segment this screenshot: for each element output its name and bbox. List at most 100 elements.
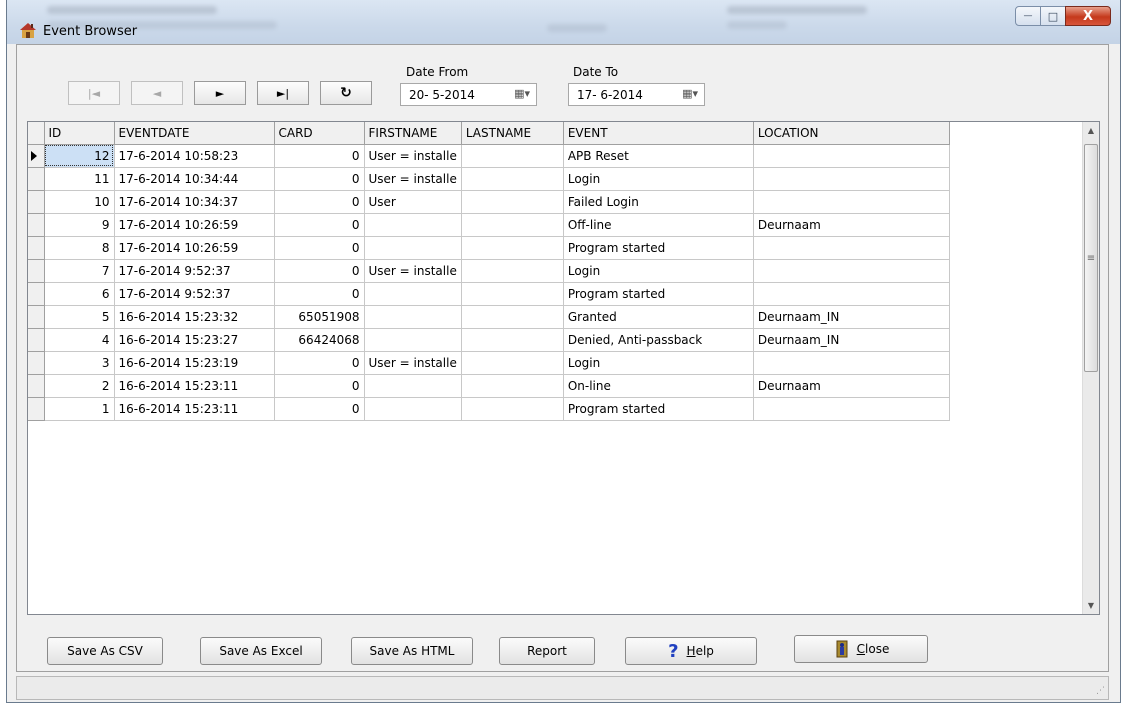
cell-lastname[interactable] xyxy=(461,259,564,283)
column-header-event[interactable]: EVENT xyxy=(563,122,754,145)
cell-card[interactable]: 0 xyxy=(274,282,365,306)
table-row[interactable]: 9 17-6-2014 10:26:59 0 Off-line Deurnaam xyxy=(28,213,950,237)
cell-card[interactable]: 65051908 xyxy=(274,305,365,329)
table-row[interactable]: 3 16-6-2014 15:23:19 0 User = installe Login xyxy=(28,351,950,375)
cell-lastname[interactable] xyxy=(461,236,564,260)
cell-event[interactable]: Login xyxy=(563,351,754,375)
cell-eventdate[interactable]: 17-6-2014 10:34:37 xyxy=(114,190,275,214)
cell-lastname[interactable] xyxy=(461,190,564,214)
cell-card[interactable]: 0 xyxy=(274,236,365,260)
row-indicator[interactable] xyxy=(28,282,45,306)
cell-id[interactable]: 12 xyxy=(44,144,115,168)
row-indicator[interactable] xyxy=(28,328,45,352)
column-header-location[interactable]: LOCATION xyxy=(753,122,950,145)
refresh-button[interactable]: ↻ xyxy=(320,81,372,105)
column-header-firstname[interactable]: FIRSTNAME xyxy=(364,122,462,145)
cell-card[interactable]: 0 xyxy=(274,144,365,168)
cell-location[interactable] xyxy=(753,351,950,375)
cell-location[interactable]: Deurnaam_IN xyxy=(753,305,950,329)
cell-id[interactable]: 10 xyxy=(44,190,115,214)
cell-event[interactable]: Program started xyxy=(563,236,754,260)
cell-id[interactable]: 8 xyxy=(44,236,115,260)
cell-lastname[interactable] xyxy=(461,351,564,375)
close-button[interactable]: Close xyxy=(794,635,928,663)
cell-id[interactable]: 5 xyxy=(44,305,115,329)
cell-event[interactable]: Granted xyxy=(563,305,754,329)
table-row[interactable]: 6 17-6-2014 9:52:37 0 Program started xyxy=(28,282,950,306)
cell-event[interactable]: Program started xyxy=(563,282,754,306)
cell-eventdate[interactable]: 16-6-2014 15:23:11 xyxy=(114,397,275,421)
cell-eventdate[interactable]: 16-6-2014 15:23:27 xyxy=(114,328,275,352)
table-row[interactable]: 1 16-6-2014 15:23:11 0 Program started xyxy=(28,397,950,421)
cell-lastname[interactable] xyxy=(461,167,564,191)
title-bar[interactable]: Event Browser — □ X xyxy=(7,0,1120,44)
cell-location[interactable] xyxy=(753,282,950,306)
save-as-csv-button[interactable]: Save As CSV xyxy=(47,637,163,665)
cell-event[interactable]: Login xyxy=(563,167,754,191)
cell-firstname[interactable] xyxy=(364,397,462,421)
cell-card[interactable]: 0 xyxy=(274,259,365,283)
table-row[interactable]: 2 16-6-2014 15:23:11 0 On-line Deurnaam xyxy=(28,374,950,398)
cell-eventdate[interactable]: 16-6-2014 15:23:19 xyxy=(114,351,275,375)
scroll-up-icon[interactable]: ▲ xyxy=(1083,122,1099,139)
cell-firstname[interactable]: User xyxy=(364,190,462,214)
cell-id[interactable]: 7 xyxy=(44,259,115,283)
save-as-html-button[interactable]: Save As HTML xyxy=(351,637,473,665)
cell-location[interactable]: Deurnaam xyxy=(753,374,950,398)
column-header-card[interactable]: CARD xyxy=(274,122,365,145)
cell-event[interactable]: Off-line xyxy=(563,213,754,237)
cell-location[interactable] xyxy=(753,167,950,191)
row-indicator[interactable] xyxy=(28,190,45,214)
cell-event[interactable]: Denied, Anti-passback xyxy=(563,328,754,352)
table-row[interactable]: 10 17-6-2014 10:34:37 0 User Failed Login xyxy=(28,190,950,214)
cell-eventdate[interactable]: 17-6-2014 10:26:59 xyxy=(114,236,275,260)
table-row[interactable]: 12 17-6-2014 10:58:23 0 User = installe APB … xyxy=(28,144,950,168)
row-indicator[interactable] xyxy=(28,259,45,283)
table-row[interactable]: 11 17-6-2014 10:34:44 0 User = installe Logi… xyxy=(28,167,950,191)
cell-card[interactable]: 0 xyxy=(274,213,365,237)
calendar-dropdown-icon[interactable]: ▦▾ xyxy=(514,87,530,100)
cell-lastname[interactable] xyxy=(461,282,564,306)
cell-card[interactable]: 0 xyxy=(274,190,365,214)
row-indicator[interactable] xyxy=(28,167,45,191)
minimize-button[interactable]: — xyxy=(1015,6,1041,26)
cell-location[interactable] xyxy=(753,259,950,283)
date-from-picker[interactable]: 20- 5-2014 ▦▾ xyxy=(400,83,537,106)
row-indicator[interactable] xyxy=(28,144,45,168)
cell-eventdate[interactable]: 17-6-2014 9:52:37 xyxy=(114,282,275,306)
cell-card[interactable]: 0 xyxy=(274,351,365,375)
cell-location[interactable] xyxy=(753,236,950,260)
prior-record-button[interactable]: ◄ xyxy=(131,81,183,105)
cell-event[interactable]: Login xyxy=(563,259,754,283)
cell-location[interactable]: Deurnaam_IN xyxy=(753,328,950,352)
column-header-lastname[interactable]: LASTNAME xyxy=(461,122,564,145)
cell-id[interactable]: 6 xyxy=(44,282,115,306)
report-button[interactable]: Report xyxy=(499,637,595,665)
cell-event[interactable]: Program started xyxy=(563,397,754,421)
row-indicator[interactable] xyxy=(28,213,45,237)
cell-lastname[interactable] xyxy=(461,328,564,352)
cell-eventdate[interactable]: 16-6-2014 15:23:32 xyxy=(114,305,275,329)
row-indicator[interactable] xyxy=(28,351,45,375)
cell-lastname[interactable] xyxy=(461,374,564,398)
cell-event[interactable]: APB Reset xyxy=(563,144,754,168)
cell-lastname[interactable] xyxy=(461,144,564,168)
cell-id[interactable]: 9 xyxy=(44,213,115,237)
cell-id[interactable]: 11 xyxy=(44,167,115,191)
cell-eventdate[interactable]: 16-6-2014 15:23:11 xyxy=(114,374,275,398)
resize-grip-icon[interactable]: ⋰ xyxy=(1096,686,1105,696)
cell-event[interactable]: Failed Login xyxy=(563,190,754,214)
table-row[interactable]: 7 17-6-2014 9:52:37 0 User = installe Login xyxy=(28,259,950,283)
help-button[interactable]: ? Help xyxy=(625,637,757,665)
cell-location[interactable] xyxy=(753,397,950,421)
row-indicator[interactable] xyxy=(28,397,45,421)
table-row[interactable]: 5 16-6-2014 15:23:32 65051908 Granted Deurna… xyxy=(28,305,950,329)
cell-event[interactable]: On-line xyxy=(563,374,754,398)
cell-id[interactable]: 1 xyxy=(44,397,115,421)
table-row[interactable]: 4 16-6-2014 15:23:27 66424068 Denied, Anti-… xyxy=(28,328,950,352)
cell-firstname[interactable]: User = installe xyxy=(364,144,462,168)
cell-card[interactable]: 66424068 xyxy=(274,328,365,352)
vertical-scrollbar[interactable]: ▲ ≡ ▼ xyxy=(1082,122,1099,614)
events-grid[interactable]: ID EVENTDATE CARD FIRSTNAME LASTNAME EVE… xyxy=(27,121,1100,615)
scroll-thumb[interactable]: ≡ xyxy=(1084,144,1098,372)
